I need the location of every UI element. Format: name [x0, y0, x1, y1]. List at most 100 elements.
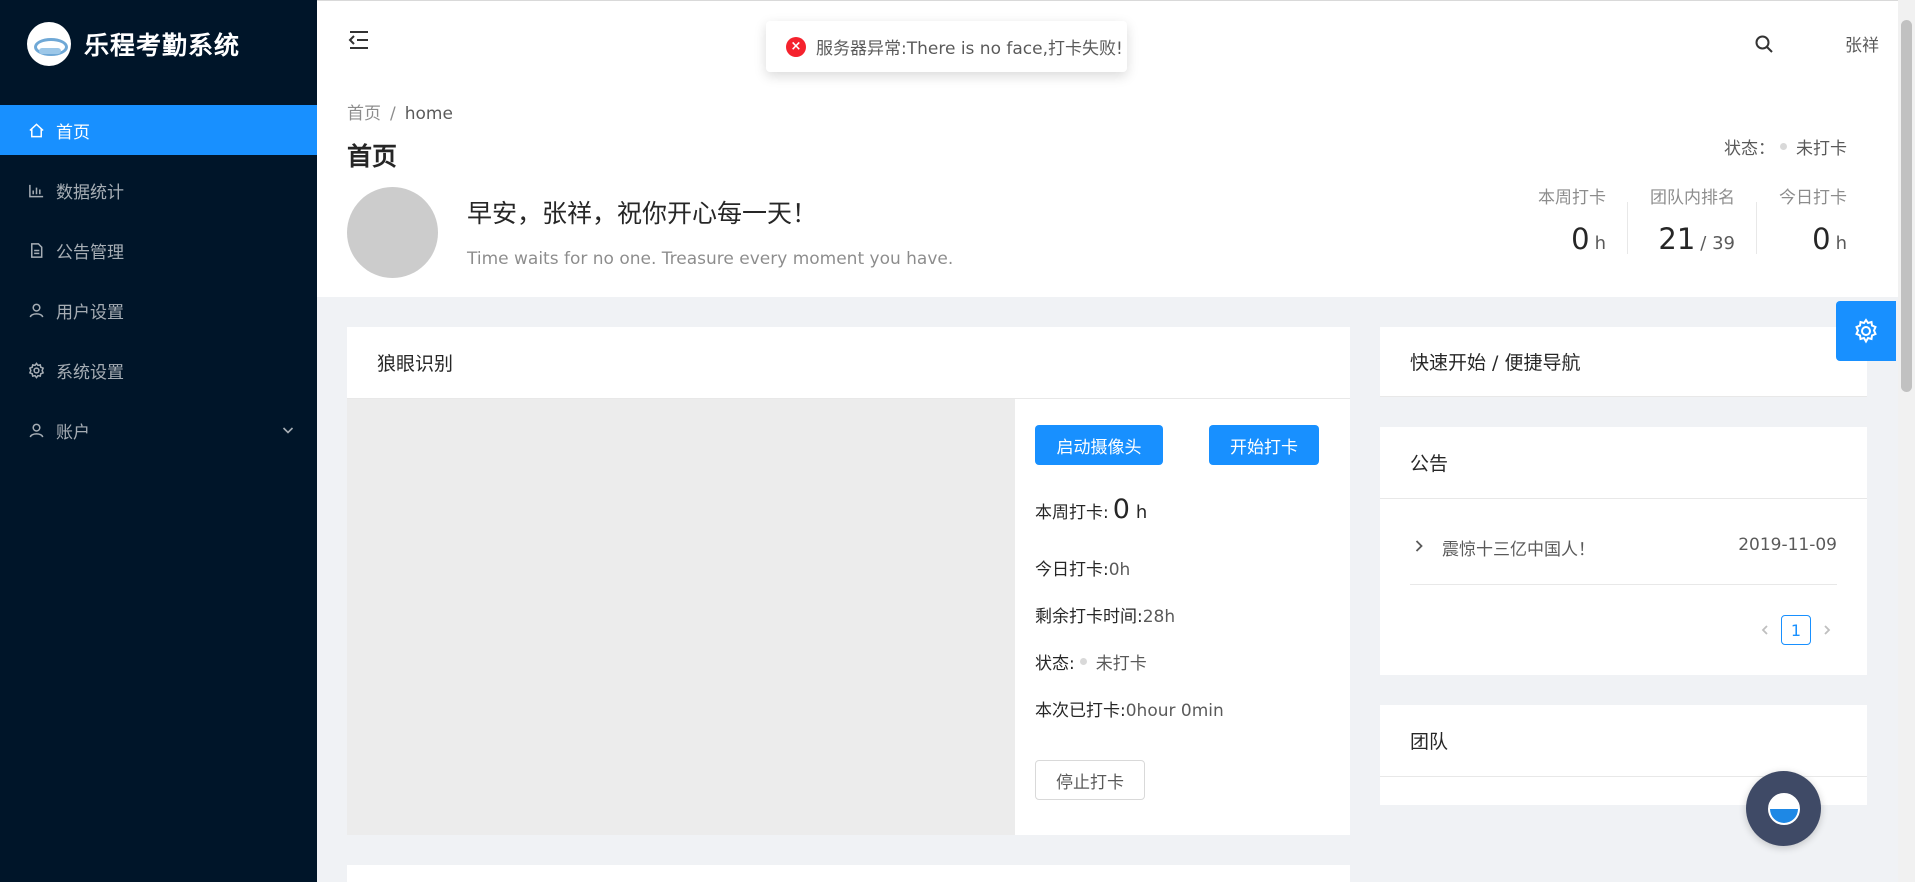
sidebar-item-statistics[interactable]: 数据统计 — [0, 165, 317, 215]
face-recognition-card: 狼眼识别 启动摄像头 开始打卡 本周打卡: 0 h 今日打卡: 0h 剩余打卡时… — [347, 327, 1350, 835]
week-hours-line: 本周打卡: 0 h — [1035, 494, 1147, 525]
home-icon — [27, 121, 45, 139]
chevron-down-icon — [281, 422, 295, 436]
card-title: 快速开始 / 便捷导航 — [1380, 327, 1867, 397]
avatar — [347, 187, 438, 278]
breadcrumb-current: home — [404, 104, 453, 124]
today-hours-value: 0h — [1108, 560, 1131, 580]
session-time-value: 0hour 0min — [1125, 701, 1224, 721]
breadcrumb-home-link[interactable]: 首页 — [347, 104, 381, 124]
gear-icon — [1852, 317, 1880, 345]
stat-label: 团队内排名 — [1650, 188, 1735, 208]
menu-fold-icon[interactable] — [347, 30, 371, 50]
quick-start-card: 快速开始 / 便捷导航 — [1380, 327, 1867, 397]
sidebar-item-user-settings[interactable]: 用户设置 — [0, 285, 317, 335]
today-hours-line: 今日打卡: 0h — [1035, 555, 1130, 580]
breadcrumb: 首页 / home — [347, 99, 453, 124]
toast-message: 服务器异常:There is no face,打卡失败! — [816, 39, 1123, 59]
app-title: 乐程考勤系统 — [84, 31, 241, 60]
list-item[interactable]: 震惊十三亿中国人！ 2019-11-09 — [1410, 535, 1837, 585]
sidebar: 乐程考勤系统 首页 数据统计 公告管理 用户设置 系统设置 账户 — [0, 0, 317, 882]
search-icon[interactable] — [1754, 34, 1774, 54]
clock-status-value: 未打卡 — [1095, 654, 1147, 674]
logo[interactable]: 乐程考勤系统 — [0, 0, 317, 88]
week-hours-unit: h — [1135, 502, 1148, 523]
chevron-right-icon — [1412, 538, 1426, 552]
notice-date: 2019-11-09 — [1738, 535, 1837, 555]
stat-value: 21 — [1658, 222, 1696, 256]
sidebar-item-label: 公告管理 — [56, 242, 124, 263]
card-title: 公告 — [1380, 427, 1867, 499]
bottom-card — [347, 865, 1350, 882]
pagination: 1 — [1755, 615, 1837, 645]
sidebar-item-label: 账户 — [56, 422, 90, 443]
motto: Time waits for no one. Treasure every mo… — [467, 249, 954, 269]
error-toast: × 服务器异常:There is no face,打卡失败! — [766, 21, 1127, 72]
stat-label: 今日打卡 — [1779, 188, 1847, 208]
sidebar-item-label: 数据统计 — [56, 182, 124, 203]
stat-value: 0 — [1571, 222, 1590, 256]
status-value: 未打卡 — [1796, 139, 1847, 159]
remaining-time-line: 剩余打卡时间: 28h — [1035, 602, 1175, 627]
notice-title: 震惊十三亿中国人！ — [1442, 540, 1595, 560]
status-label: 状态： — [1724, 139, 1775, 159]
session-time-line: 本次已打卡: 0hour 0min — [1035, 696, 1224, 721]
card-title: 团队 — [1380, 705, 1867, 777]
start-camera-button[interactable]: 启动摄像头 — [1035, 425, 1163, 465]
clock-status-label: 状态: — [1035, 654, 1075, 674]
scroll-thumb[interactable] — [1901, 20, 1912, 392]
sidebar-item-label: 系统设置 — [56, 362, 124, 383]
card-title: 狼眼识别 — [347, 327, 1350, 399]
page-header: 首页 / home 首页 状态： 未打卡 早安，张祥，祝你开心每一天！ Time w… — [317, 81, 1898, 297]
stat-week-hours: 本周打卡 0h — [1494, 188, 1606, 261]
file-icon — [27, 241, 45, 259]
stop-clock-button[interactable]: 停止打卡 — [1035, 760, 1145, 800]
today-hours-label: 今日打卡: — [1035, 560, 1109, 580]
prev-page-icon[interactable] — [1755, 620, 1775, 640]
camera-preview — [347, 399, 1015, 835]
start-clock-button[interactable]: 开始打卡 — [1209, 425, 1319, 465]
status-indicator: 状态： 未打卡 — [1724, 134, 1847, 159]
user-icon — [27, 301, 45, 319]
stat-unit: / 39 — [1700, 233, 1735, 254]
greeting: 早安，张祥，祝你开心每一天！ — [467, 199, 818, 228]
clock-status-line: 状态: 未打卡 — [1035, 649, 1147, 674]
stats-group: 本周打卡 0h 团队内排名 21/ 39 今日打卡 0h — [1494, 188, 1847, 261]
remaining-time-value: 28h — [1142, 607, 1176, 627]
logo-icon — [27, 22, 71, 66]
user-name[interactable]: 张祥 — [1845, 31, 1879, 56]
notice-card: 公告 震惊十三亿中国人！ 2019-11-09 1 — [1380, 427, 1867, 675]
stat-unit: h — [1594, 233, 1606, 254]
sidebar-item-notices[interactable]: 公告管理 — [0, 225, 317, 275]
remaining-time-label: 剩余打卡时间: — [1035, 607, 1143, 627]
settings-drawer-button[interactable] — [1836, 301, 1896, 361]
stat-today-hours: 今日打卡 0h — [1735, 188, 1847, 261]
week-hours-label: 本周打卡: — [1035, 503, 1109, 523]
status-dot — [1079, 658, 1087, 665]
stat-label: 本周打卡 — [1538, 188, 1606, 208]
setting-icon — [27, 361, 45, 379]
sidebar-item-home[interactable]: 首页 — [0, 105, 317, 155]
chat-icon — [1767, 792, 1800, 825]
stat-value: 0 — [1812, 222, 1831, 256]
sidebar-item-account[interactable]: 账户 — [0, 405, 317, 455]
page-number[interactable]: 1 — [1781, 615, 1811, 645]
clock-panel: 启动摄像头 开始打卡 本周打卡: 0 h 今日打卡: 0h 剩余打卡时间: 28… — [1015, 399, 1350, 835]
sidebar-item-label: 用户设置 — [56, 302, 124, 323]
chat-button[interactable] — [1746, 771, 1821, 846]
sidebar-menu: 首页 数据统计 公告管理 用户设置 系统设置 账户 — [0, 105, 317, 455]
breadcrumb-separator: / — [390, 104, 396, 124]
scrollbar[interactable] — [1898, 0, 1915, 882]
stat-team-rank: 团队内排名 21/ 39 — [1606, 188, 1735, 261]
status-dot — [1780, 143, 1787, 150]
page-title: 首页 — [347, 142, 398, 171]
sidebar-item-system-settings[interactable]: 系统设置 — [0, 345, 317, 395]
user-icon — [27, 421, 45, 439]
sidebar-item-label: 首页 — [56, 122, 90, 143]
next-page-icon[interactable] — [1817, 620, 1837, 640]
week-hours-value: 0 — [1112, 494, 1130, 525]
session-time-label: 本次已打卡: — [1035, 701, 1126, 721]
bar-chart-icon — [27, 181, 45, 199]
close-circle-icon: × — [786, 36, 806, 57]
stat-unit: h — [1835, 233, 1847, 254]
